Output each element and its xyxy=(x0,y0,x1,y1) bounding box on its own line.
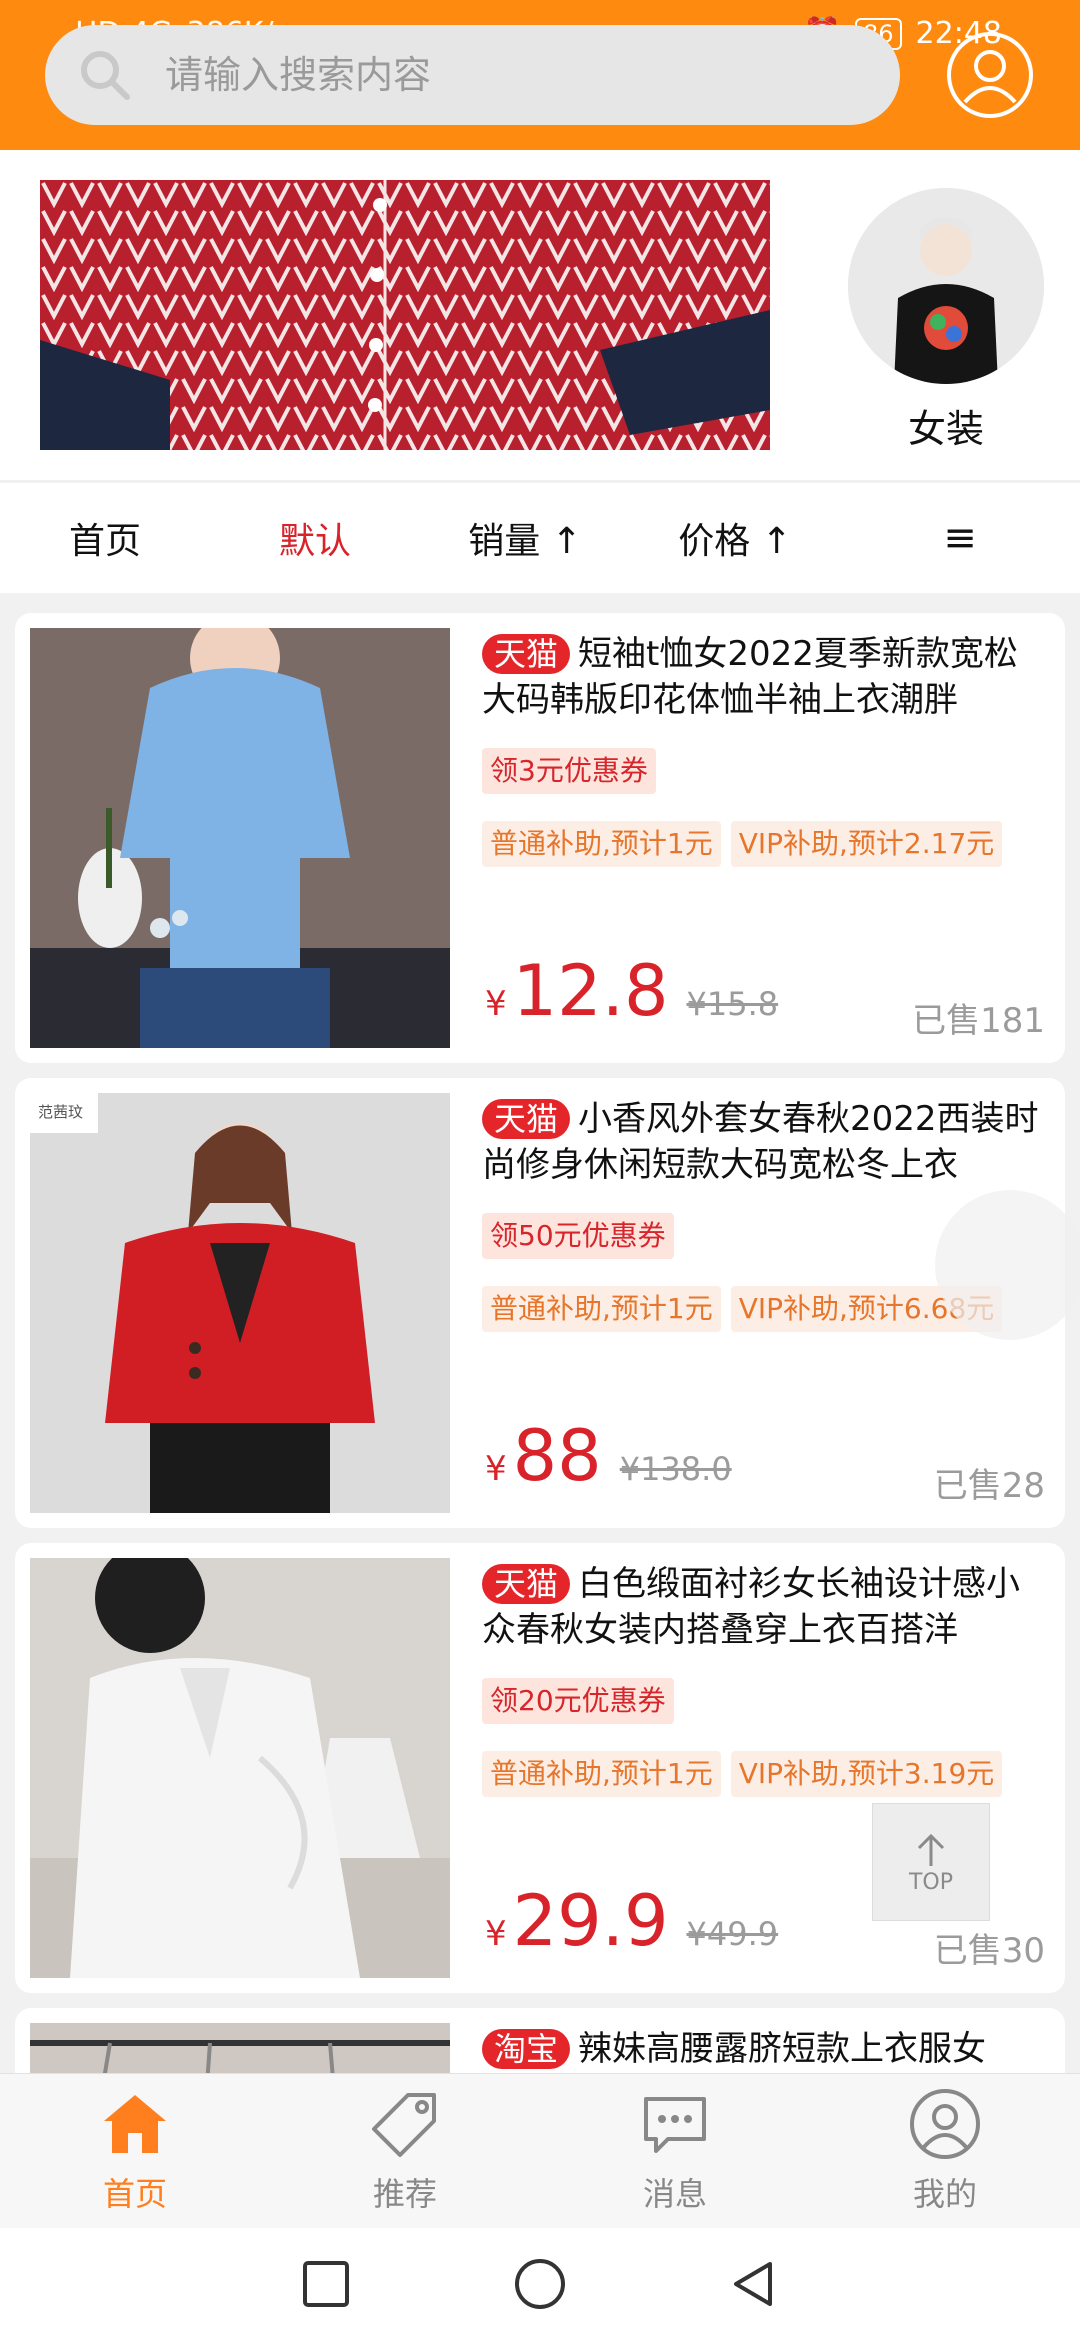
original-price: ¥138.0 xyxy=(619,1450,732,1488)
system-nav-bar xyxy=(0,2228,1080,2340)
nav-recommend[interactable]: 推荐 xyxy=(270,2074,540,2228)
coupon-tag[interactable]: 领20元优惠券 xyxy=(482,1678,674,1724)
banner-image[interactable] xyxy=(40,180,770,450)
sold-count: 已售30 xyxy=(933,1931,1045,1971)
platform-badge: 天猫 xyxy=(482,1099,571,1139)
normal-subsidy: 普通补助,预计1元 xyxy=(482,1751,721,1797)
sort-tabs: 首页 默认 销量 ↑ 价格 ↑ ≡ xyxy=(0,483,1080,593)
nav-recommend-label: 推荐 xyxy=(372,2175,437,2213)
subsidy-row: 普通补助,预计1元 VIP补助,预计3.19元 xyxy=(482,1751,1003,1797)
product-title: 天猫 白色缎面衬衫女长袖设计感小众春秋女装内搭叠穿上衣百搭洋 xyxy=(482,1561,1047,1653)
banner-section: 女装 xyxy=(0,150,1080,480)
message-icon xyxy=(644,2097,706,2153)
floating-assistant[interactable] xyxy=(935,1190,1080,1340)
nav-messages[interactable]: 消息 xyxy=(540,2074,810,2228)
bottom-nav: 首页 推荐 消息 我的 xyxy=(0,2073,1080,2228)
currency-symbol: ¥ xyxy=(485,984,507,1024)
home-circle-icon[interactable] xyxy=(512,2256,568,2312)
tab-default[interactable]: 默认 xyxy=(210,483,420,593)
platform-badge: 天猫 xyxy=(482,1564,571,1604)
price-row: ¥ 88 ¥138.0 xyxy=(485,1416,732,1496)
vip-subsidy: VIP补助,预计2.17元 xyxy=(730,821,1003,867)
subsidy-row: 普通补助,预计1元 VIP补助,预计6.68元 xyxy=(482,1286,1003,1332)
product-image: 范茜玟 xyxy=(30,1093,450,1513)
nav-home-label: 首页 xyxy=(102,2175,167,2213)
profile-icon[interactable] xyxy=(945,30,1035,120)
nav-profile[interactable]: 我的 xyxy=(810,2074,1080,2228)
currency-symbol: ¥ xyxy=(485,1449,507,1489)
nav-profile-label: 我的 xyxy=(912,2175,977,2213)
product-card[interactable]: 天猫 短袖t恤女2022夏季新款宽松大码韩版印花体恤半袖上衣潮胖 领3元优惠券 普… xyxy=(15,613,1065,1063)
sold-count: 已售181 xyxy=(912,1001,1045,1041)
product-card[interactable]: 范茜玟 天猫 小香风外套女春秋2022西装时尚修身休闲短款大码宽松冬上衣 领50元… xyxy=(15,1078,1065,1528)
app-header: HD 4G 386K/s ⏰ 86 22:48 xyxy=(0,0,1080,150)
normal-subsidy: 普通补助,预计1元 xyxy=(482,1286,721,1332)
original-price: ¥49.9 xyxy=(686,1915,779,1953)
back-to-top-button[interactable]: TOP xyxy=(872,1803,990,1921)
tab-price[interactable]: 价格 ↑ xyxy=(630,483,840,593)
product-title: 淘宝 辣妹高腰露脐短款上衣服女 xyxy=(482,2026,1047,2072)
category-thumbnail[interactable] xyxy=(848,188,1044,384)
product-image xyxy=(30,628,450,1048)
tab-home[interactable]: 首页 xyxy=(0,483,210,593)
coupon-tag[interactable]: 领50元优惠券 xyxy=(482,1213,674,1259)
search-icon xyxy=(81,51,130,100)
product-title: 天猫 短袖t恤女2022夏季新款宽松大码韩版印花体恤半袖上衣潮胖 xyxy=(482,631,1047,723)
nav-messages-label: 消息 xyxy=(642,2175,707,2213)
product-image xyxy=(30,1558,450,1978)
category-label: 女装 xyxy=(907,407,984,451)
price: 88 xyxy=(512,1415,602,1497)
sold-count: 已售28 xyxy=(933,1466,1045,1506)
home-icon xyxy=(104,2095,166,2153)
platform-badge: 天猫 xyxy=(482,634,571,674)
product-title-text: 辣妹高腰露脐短款上衣服女 xyxy=(578,2029,987,2069)
currency-symbol: ¥ xyxy=(485,1914,507,1954)
user-icon xyxy=(910,2089,980,2159)
platform-badge: 淘宝 xyxy=(482,2029,571,2069)
top-label: TOP xyxy=(908,1869,954,1895)
coupon-tag[interactable]: 领3元优惠券 xyxy=(482,748,656,794)
recent-apps-icon[interactable] xyxy=(300,2258,352,2310)
back-icon[interactable] xyxy=(728,2258,780,2310)
original-price: ¥15.8 xyxy=(686,985,779,1023)
menu-icon[interactable]: ≡ xyxy=(840,483,1080,593)
subsidy-row: 普通补助,预计1元 VIP补助,预计2.17元 xyxy=(482,821,1003,867)
price: 29.9 xyxy=(512,1880,669,1962)
search-input[interactable] xyxy=(165,53,865,97)
price-row: ¥ 29.9 ¥49.9 xyxy=(485,1881,778,1961)
tab-sales[interactable]: 销量 ↑ xyxy=(420,483,630,593)
product-card[interactable]: 天猫 白色缎面衬衫女长袖设计感小众春秋女装内搭叠穿上衣百搭洋 领20元优惠券 普通… xyxy=(15,1543,1065,1993)
nav-home[interactable]: 首页 xyxy=(0,2074,270,2228)
search-bar[interactable] xyxy=(45,25,900,125)
vip-subsidy: VIP补助,预计3.19元 xyxy=(730,1751,1003,1797)
price: 12.8 xyxy=(512,950,669,1032)
normal-subsidy: 普通补助,预计1元 xyxy=(482,821,721,867)
price-row: ¥ 12.8 ¥15.8 xyxy=(485,951,778,1031)
product-title: 天猫 小香风外套女春秋2022西装时尚修身休闲短款大码宽松冬上衣 xyxy=(482,1096,1047,1188)
tag-icon xyxy=(372,2093,436,2157)
arrow-up-icon xyxy=(917,1833,945,1866)
thumb-logo: 范茜玟 xyxy=(38,1103,83,1121)
